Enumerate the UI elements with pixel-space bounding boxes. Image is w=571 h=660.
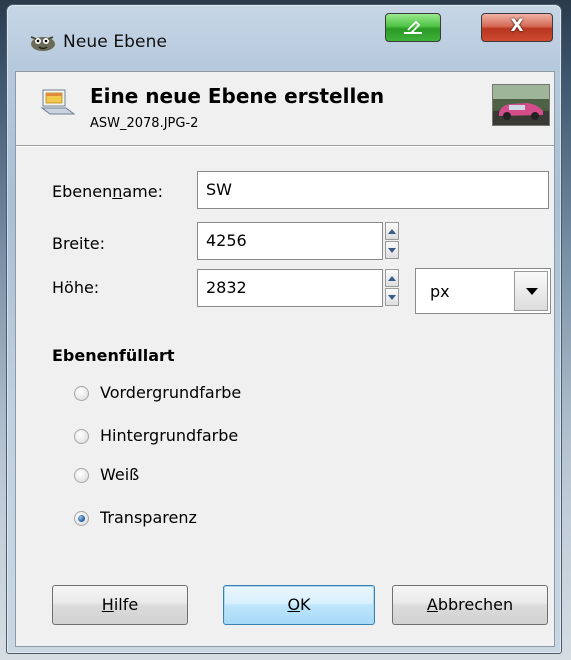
unit-value: px [430,282,450,301]
width-label: Breite: [52,234,105,253]
minimize-button[interactable] [385,13,441,42]
height-spinner[interactable] [385,269,399,307]
fill-option-label: Vordergrundfarbe [100,383,242,402]
radio-dot-icon [78,515,85,522]
fill-option-label: Transparenz [100,508,197,527]
window-title: Neue Ebene [63,32,168,52]
unit-dropdown-button[interactable] [514,271,548,311]
gimp-app-icon [30,36,55,51]
fill-type-heading: Ebenenfüllart [52,346,175,365]
arrow-up-icon [388,229,396,234]
minimize-icon [404,20,422,34]
dialog-content: Eine neue Ebene erstellen ASW_2078.JPG-2… [15,71,555,647]
close-button[interactable]: X [481,13,553,42]
unit-select[interactable]: px [415,268,551,314]
radio-button-selected[interactable] [74,511,89,526]
ok-button[interactable]: OK [223,585,375,625]
car-photo-thumbnail [493,85,549,125]
header-divider [16,145,554,147]
radio-button[interactable] [74,429,89,444]
cancel-button[interactable]: Abbrechen [392,585,548,625]
radio-button[interactable] [74,468,89,483]
height-label: Höhe: [52,278,100,297]
close-icon: X [510,16,524,36]
layer-name-label: Ebenenname: [52,182,163,201]
width-increment-button[interactable] [385,222,399,240]
width-decrement-button[interactable] [385,241,399,259]
radio-button[interactable] [74,386,89,401]
fill-option-label: Weiß [100,465,140,484]
help-button[interactable]: Hilfe [52,585,188,625]
width-spinner[interactable] [385,222,399,260]
chevron-down-icon [526,288,538,295]
image-thumbnail [492,84,550,126]
arrow-down-icon [388,295,396,300]
dialog-window: Neue Ebene X Eine neue Ebene erstellen A… [6,4,562,654]
image-name: ASW_2078.JPG-2 [90,116,199,131]
layer-name-input[interactable]: SW [197,171,549,209]
height-input[interactable]: 2832 [197,269,383,307]
dialog-header: Eine neue Ebene erstellen ASW_2078.JPG-2 [16,72,554,142]
title-bar[interactable]: Neue Ebene X [7,5,561,75]
arrow-up-icon [388,276,396,281]
width-input[interactable]: 4256 [197,222,383,260]
new-layer-icon [40,89,76,115]
height-decrement-button[interactable] [385,288,399,306]
fill-option-label: Hintergrundfarbe [100,426,239,445]
header-title: Eine neue Ebene erstellen [90,84,385,108]
height-increment-button[interactable] [385,269,399,287]
arrow-down-icon [388,248,396,253]
